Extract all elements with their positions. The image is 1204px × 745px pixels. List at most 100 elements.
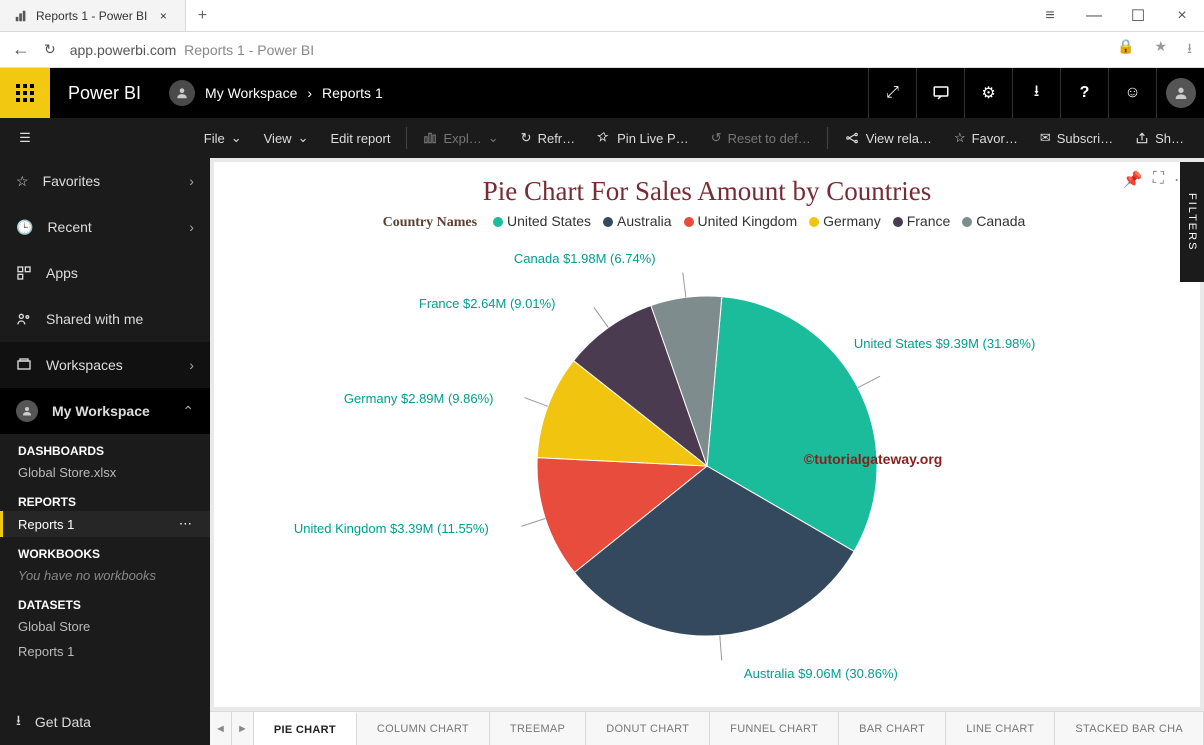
section-reports: REPORTS [0, 485, 210, 511]
report-canvas[interactable]: 📌 ⛶ ⋯ Pie Chart For Sales Amount by Coun… [214, 162, 1200, 707]
legend-item[interactable]: Canada [962, 213, 1025, 229]
legend-item[interactable]: Australia [603, 213, 671, 229]
refresh-button[interactable]: ↻ Refr… [511, 118, 585, 158]
page-tab[interactable]: FUNNEL CHART [710, 712, 839, 745]
account-button[interactable] [1156, 68, 1204, 118]
pin-live-button[interactable]: Pin Live P… [587, 118, 699, 158]
bookmark-icon[interactable]: ★ [1155, 38, 1168, 62]
chevron-right-icon: › [189, 173, 194, 189]
refresh-icon[interactable]: ↻ [44, 41, 56, 58]
chevron-right-icon: › [189, 219, 194, 235]
file-menu[interactable]: File ⌄ [194, 118, 252, 158]
minimize-button[interactable]: — [1072, 0, 1116, 31]
tab-title: Reports 1 - Power BI [36, 9, 147, 23]
window-titlebar: Reports 1 - Power BI × + ≡ — ☐ × [0, 0, 1204, 32]
page-tabs: ◄ ► PIE CHARTCOLUMN CHARTTREEMAPDONUT CH… [210, 711, 1204, 745]
browser-addressbar: ← ↻ app.powerbi.com Reports 1 - Power BI… [0, 32, 1204, 68]
page-tab[interactable]: DONUT CHART [586, 712, 710, 745]
powerbi-favicon-icon [14, 9, 28, 23]
sidebar-item-shared[interactable]: Shared with me [0, 296, 210, 342]
report-item-active[interactable]: Reports 1⋯ [0, 511, 210, 537]
breadcrumb-report[interactable]: Reports 1 [322, 85, 383, 101]
breadcrumb-workspace[interactable]: My Workspace [205, 85, 297, 101]
menu-icon[interactable]: ≡ [1028, 0, 1072, 31]
brand-label[interactable]: Power BI [50, 68, 159, 118]
sidebar-item-recent[interactable]: 🕒 Recent› [0, 204, 210, 250]
subscribe-button[interactable]: ✉ Subscri… [1030, 118, 1123, 158]
favorite-button[interactable]: ☆ Favor… [944, 118, 1028, 158]
dashboard-item[interactable]: Global Store.xlsx [0, 460, 210, 485]
dataset-item[interactable]: Reports 1 [0, 639, 210, 664]
pin-visual-icon[interactable]: 📌 [1123, 170, 1143, 190]
sidebar: ☆ Favorites› 🕒 Recent› Apps Shared with … [0, 158, 210, 745]
watermark: ©tutorialgateway.org [804, 451, 942, 467]
chevron-right-icon: › [307, 85, 312, 101]
command-bar: ☰ File ⌄ View ⌄ Edit report Expl… ⌄ ↻ Re… [0, 118, 1204, 158]
settings-button[interactable]: ⚙ [964, 68, 1012, 118]
section-workbooks: WORKBOOKS [0, 537, 210, 563]
sidebar-item-favorites[interactable]: ☆ Favorites› [0, 158, 210, 204]
chart-title: Pie Chart For Sales Amount by Countries [214, 162, 1200, 213]
view-menu[interactable]: View ⌄ [254, 118, 319, 158]
download-icon[interactable]: ⭳ [1187, 38, 1192, 62]
chart-legend: Country Names United StatesAustraliaUnit… [214, 213, 1200, 231]
legend-item[interactable]: France [893, 213, 951, 229]
fullscreen-button[interactable]: ⤢ [868, 68, 916, 118]
get-data-button[interactable]: ⭳ Get Data [0, 699, 210, 745]
feedback-button[interactable]: ☺ [1108, 68, 1156, 118]
tab-next-button[interactable]: ► [232, 712, 254, 745]
help-button[interactable]: ? [1060, 68, 1108, 118]
sidebar-item-workspaces[interactable]: Workspaces› [0, 342, 210, 388]
page-tab[interactable]: COLUMN CHART [357, 712, 490, 745]
more-icon[interactable]: ⋯ [179, 516, 192, 532]
url-display[interactable]: app.powerbi.com Reports 1 - Power BI [70, 42, 314, 58]
legend-item[interactable]: United Kingdom [684, 213, 798, 229]
sidebar-item-apps[interactable]: Apps [0, 250, 210, 296]
download-button[interactable]: ⭳ [1012, 68, 1060, 118]
legend-item[interactable]: United States [493, 213, 591, 229]
focus-mode-icon[interactable]: ⛶ [1153, 170, 1164, 190]
comments-button[interactable] [916, 68, 964, 118]
slice-label: Germany $2.89M (9.86%) [344, 391, 494, 406]
share-button[interactable]: Sh… [1125, 118, 1194, 158]
maximize-button[interactable]: ☐ [1116, 0, 1160, 31]
slice-label: United States $9.39M (31.98%) [854, 336, 1035, 351]
lock-icon: 🔒 [1117, 38, 1134, 62]
tab-close-icon[interactable]: × [155, 9, 171, 23]
section-datasets: DATASETS [0, 588, 210, 614]
slice-label: France $2.64M (9.01%) [419, 296, 556, 311]
chevron-down-icon: ⌄ [231, 130, 242, 146]
workbooks-empty: You have no workbooks [0, 563, 210, 588]
section-dashboards: DASHBOARDS [0, 434, 210, 460]
view-related-button[interactable]: View rela… [834, 118, 942, 158]
sidebar-item-myworkspace[interactable]: My Workspace⌃ [0, 388, 210, 434]
pie-chart[interactable]: ©tutorialgateway.org United States $9.39… [214, 231, 1200, 701]
close-window-button[interactable]: × [1160, 0, 1204, 31]
page-tab[interactable]: BAR CHART [839, 712, 946, 745]
breadcrumb: My Workspace › Reports 1 [159, 68, 383, 118]
chevron-down-icon: ⌄ [298, 130, 309, 146]
page-tab[interactable]: STACKED BAR CHA [1055, 712, 1204, 745]
explore-button[interactable]: Expl… ⌄ [413, 118, 508, 158]
legend-item[interactable]: Germany [809, 213, 881, 229]
nav-toggle-button[interactable]: ☰ [0, 130, 50, 146]
chevron-right-icon: › [189, 357, 194, 373]
app-header: Power BI My Workspace › Reports 1 ⤢ ⚙ ⭳ … [0, 68, 1204, 118]
slice-label: Australia $9.06M (30.86%) [744, 666, 898, 681]
new-tab-button[interactable]: + [186, 0, 218, 31]
page-tab[interactable]: LINE CHART [946, 712, 1055, 745]
user-icon [169, 80, 195, 106]
edit-report-button[interactable]: Edit report [320, 118, 400, 158]
browser-tab[interactable]: Reports 1 - Power BI × [0, 0, 186, 31]
reset-button[interactable]: ↺ Reset to def… [701, 118, 821, 158]
slice-label: United Kingdom $3.39M (11.55%) [294, 521, 489, 536]
filters-pane-toggle[interactable]: FILTERS [1180, 162, 1204, 282]
page-tab[interactable]: TREEMAP [490, 712, 586, 745]
app-launcher-button[interactable] [0, 68, 50, 118]
back-button[interactable]: ← [12, 39, 30, 60]
chevron-up-icon: ⌃ [182, 403, 194, 420]
page-tab[interactable]: PIE CHART [254, 712, 357, 745]
dataset-item[interactable]: Global Store [0, 614, 210, 639]
slice-label: Canada $1.98M (6.74%) [514, 251, 656, 266]
tab-prev-button[interactable]: ◄ [210, 712, 232, 745]
